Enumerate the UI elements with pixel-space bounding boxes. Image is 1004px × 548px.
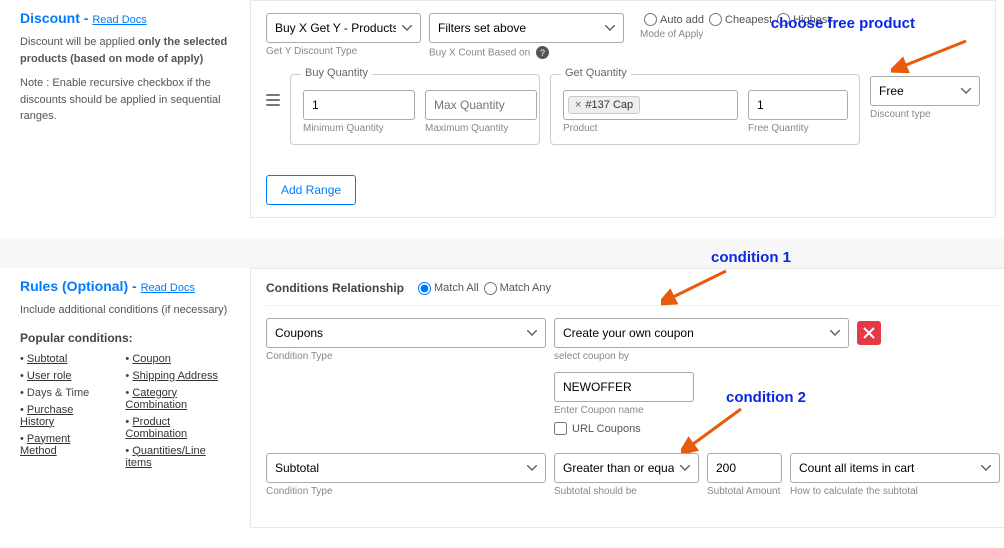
min-qty-input[interactable] (303, 90, 415, 120)
cond-link[interactable]: Subtotal (27, 353, 67, 365)
discount-desc1: Discount will be applied only the select… (20, 34, 235, 67)
discount-docs-link[interactable]: Read Docs (92, 14, 146, 26)
rel-all-radio[interactable] (418, 282, 431, 295)
buy-fieldset: Buy Quantity Minimum Quantity Maximum Qu… (290, 74, 540, 145)
mode-label: Mode of Apply (640, 29, 830, 40)
get-legend: Get Quantity (561, 67, 631, 79)
cond-link[interactable]: Category Combination (125, 387, 187, 411)
cond-list-1: • Subtotal • User role • Days & Time • P… (20, 353, 105, 474)
free-qty-input[interactable] (748, 90, 848, 120)
cond-link[interactable]: Purchase History (20, 404, 73, 428)
cond-link[interactable]: Shipping Address (132, 370, 218, 382)
chip-remove-icon[interactable]: × (575, 99, 581, 111)
popular-header: Popular conditions: (20, 331, 235, 345)
delete-cond-button[interactable] (857, 321, 881, 345)
c2-type-select[interactable]: Subtotal (266, 453, 546, 483)
c2-op-select[interactable]: Greater than or equal ( >= ) (554, 453, 699, 483)
c2-amount-input[interactable] (707, 453, 782, 483)
discount-desc2: Note : Enable recursive checkbox if the … (20, 75, 235, 125)
rules-desc: Include additional conditions (if necess… (20, 302, 235, 319)
rules-title: Rules (Optional) (20, 278, 128, 294)
drag-handle-icon[interactable] (266, 74, 280, 106)
rel-any-radio[interactable] (484, 282, 497, 295)
help-icon[interactable]: ? (536, 46, 549, 59)
get-y-type-select[interactable]: Buy X Get Y - Products (266, 13, 421, 43)
mode-auto-radio[interactable] (644, 13, 657, 26)
mode-radio-group: Auto add Cheapest Highest (640, 13, 830, 26)
product-chip-box[interactable]: × #137 Cap (563, 90, 738, 120)
c1-method-select[interactable]: Create your own coupon (554, 318, 849, 348)
close-icon (863, 327, 875, 339)
url-coupons-checkbox[interactable] (554, 422, 567, 435)
filter-select[interactable]: Filters set above (429, 13, 624, 43)
buy-legend: Buy Quantity (301, 67, 372, 79)
cond-text: Days & Time (27, 387, 89, 399)
c2-calc-select[interactable]: Count all items in cart (790, 453, 1000, 483)
get-fieldset: Get Quantity × #137 Cap Product F (550, 74, 860, 145)
max-qty-input[interactable] (425, 90, 537, 120)
cond-link[interactable]: User role (27, 370, 72, 382)
get-y-type-label: Get Y Discount Type (266, 46, 421, 57)
mode-cheap-radio[interactable] (709, 13, 722, 26)
coupon-input[interactable] (554, 372, 694, 402)
add-range-button[interactable]: Add Range (266, 175, 356, 205)
cond-link[interactable]: Product Combination (125, 416, 187, 440)
rules-docs-link[interactable]: Read Docs (141, 282, 195, 294)
cond-link[interactable]: Payment Method (20, 433, 70, 457)
cond-link[interactable]: Quantities/Line items (125, 445, 205, 469)
discount-type-select[interactable]: Free (870, 76, 980, 106)
mode-high-radio[interactable] (777, 13, 790, 26)
product-chip: × #137 Cap (568, 96, 640, 114)
filter-label: Buy X Count Based on ? (429, 46, 624, 59)
rel-label: Conditions Relationship (266, 281, 404, 295)
c1-type-select[interactable]: Coupons (266, 318, 546, 348)
cond-link[interactable]: Coupon (132, 353, 171, 365)
discount-title: Discount (20, 10, 80, 26)
cond-list-2: • Coupon • Shipping Address • Category C… (125, 353, 235, 474)
